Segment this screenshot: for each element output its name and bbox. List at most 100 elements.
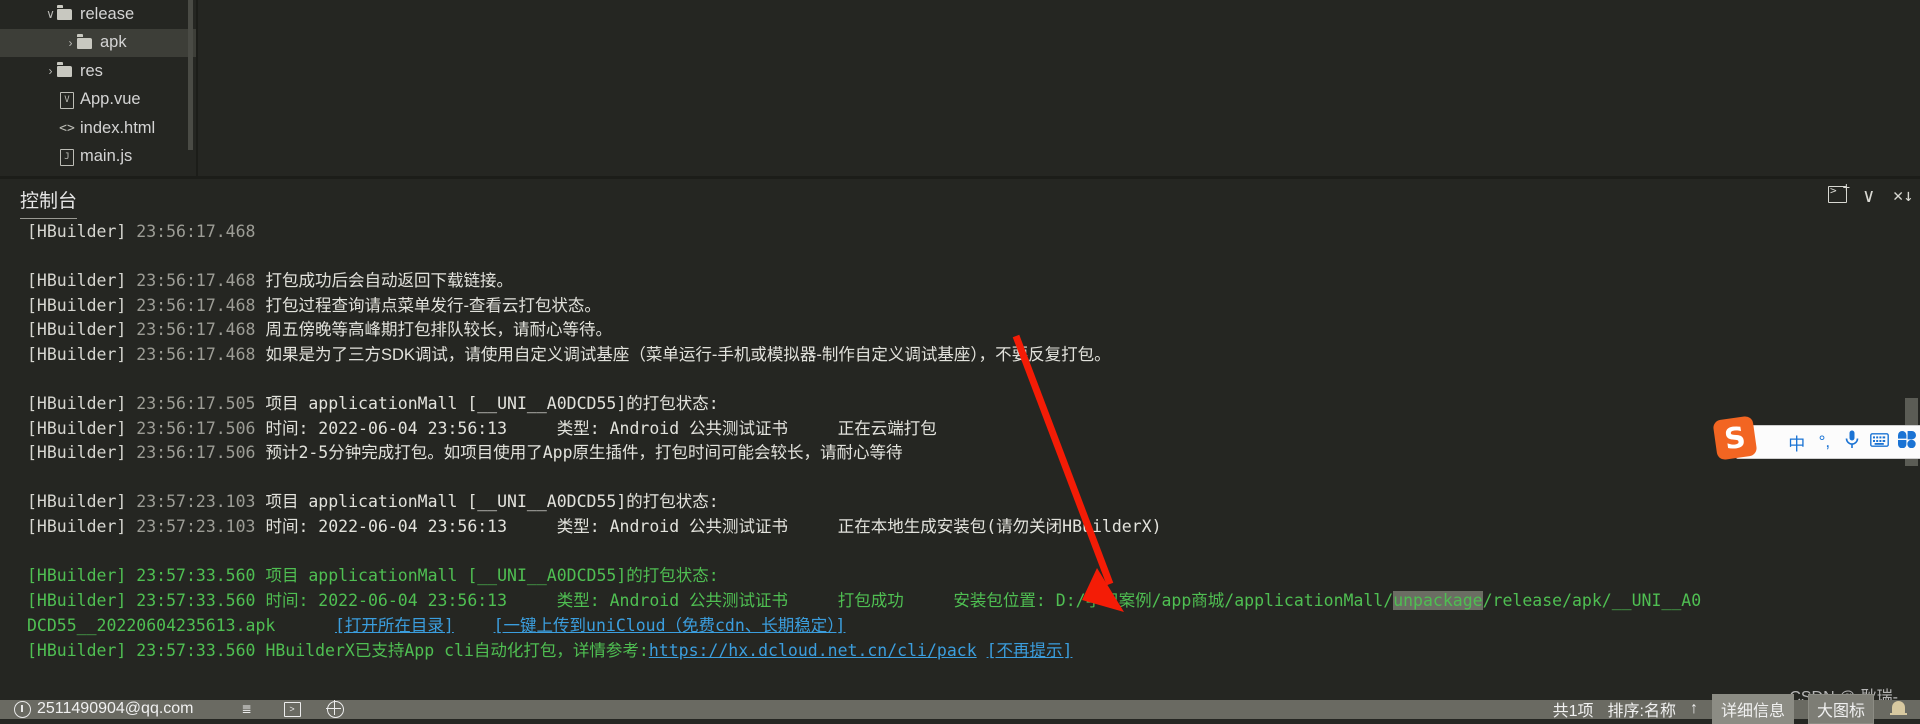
view-large-icons-button[interactable]: 大图标 — [1808, 694, 1874, 724]
tree-item-label: main.js — [77, 147, 132, 166]
clear-console-icon[interactable]: ✕↓ — [1893, 186, 1913, 206]
vue-file-icon: V — [57, 91, 77, 109]
log-timestamp: 23:56:17.468 — [136, 271, 255, 290]
sort-label[interactable]: 排序:名称 — [1608, 697, 1676, 721]
log-timestamp: 23:57:23.103 — [136, 517, 255, 536]
status-bar: 2511490904@qq.com ≣ > 共1项 排序:名称 ↑ 详细信息 大… — [0, 700, 1920, 719]
file-tree-divider — [196, 0, 198, 176]
tab-console[interactable]: 控制台 — [20, 186, 77, 219]
log-tag: [HBuilder] — [27, 394, 126, 413]
log-message: 项目 applicationMall [__UNI__A0DCD55]的打包状态… — [265, 566, 718, 585]
log-message: 项目 applicationMall [__UNI__A0DCD55]的打包状态… — [265, 394, 718, 413]
log-line: [HBuilder] 23:56:17.468 打包成功后会自动返回下载链接。 — [27, 269, 513, 294]
tree-item-label: App.vue — [77, 90, 141, 109]
log-line: [HBuilder] 23:56:17.468 如果是为了三方SDK调试，请使用… — [27, 343, 1111, 368]
log-timestamp: 23:56:17.505 — [136, 394, 255, 413]
dismiss-tip-link[interactable]: [不再提示] — [987, 641, 1073, 660]
log-message: 打包成功后会自动返回下载链接。 — [265, 272, 513, 290]
log-timestamp: 23:57:33.560 — [136, 641, 255, 660]
log-message: 时间: 2022-06-04 23:56:13 类型: Android 公共测试… — [265, 517, 1161, 536]
chevron-down-icon[interactable]: ∨ — [44, 7, 57, 21]
log-message: 打包过程查询请点菜单发行-查看云打包状态。 — [265, 297, 601, 315]
open-directory-link[interactable]: [打开所在目录] — [335, 616, 454, 635]
account-status[interactable]: 2511490904@qq.com — [14, 700, 194, 718]
chevron-right-icon[interactable]: › — [44, 64, 57, 78]
cli-pack-doc-link[interactable]: https://hx.dcloud.net.cn/cli/pack — [649, 641, 977, 660]
html-file-icon: <> — [57, 121, 77, 136]
log-tag: [HBuilder] — [27, 320, 126, 339]
view-details-button[interactable]: 详细信息 — [1712, 694, 1794, 724]
log-timestamp: 23:56:17.468 — [136, 296, 255, 315]
log-tag: [HBuilder] — [27, 345, 126, 364]
log-tag: [HBuilder] — [27, 566, 126, 585]
ime-menu-icon[interactable] — [1893, 431, 1920, 453]
tree-item-apk[interactable]: › apk — [0, 29, 196, 58]
log-line-success: DCD55__20220604235613.apk [打开所在目录] [一键上传… — [27, 614, 845, 639]
account-icon — [14, 701, 31, 718]
log-tag: [HBuilder] — [27, 296, 126, 315]
notification-bell-icon[interactable] — [1888, 699, 1910, 719]
log-message: 预计2-5分钟完成打包。如项目使用了App原生插件，打包时间可能会较长，请耐心等… — [265, 443, 902, 462]
log-line: [HBuilder] 23:56:17.468 打包过程查询请点菜单发行-查看云… — [27, 294, 601, 319]
log-line: [HBuilder] 23:56:17.468 — [27, 220, 256, 245]
terminal-icon[interactable]: > — [284, 702, 301, 717]
ime-punctuation-button[interactable]: °, — [1811, 432, 1839, 452]
tree-item-res[interactable]: › res — [0, 57, 196, 86]
log-tag: [HBuilder] — [27, 271, 126, 290]
ime-chinese-mode-button[interactable]: 中 — [1783, 430, 1811, 455]
folder-open-icon — [57, 8, 77, 20]
js-file-icon: J — [57, 148, 77, 166]
log-line: [HBuilder] 23:56:17.468 周五傍晚等高峰期打包排队较长，请… — [27, 318, 612, 343]
log-message: 项目 applicationMall [__UNI__A0DCD55]的打包状态… — [265, 492, 718, 511]
sogou-ime-toolbar[interactable]: 中 °, — [1736, 425, 1920, 459]
log-tag: [HBuilder] — [27, 591, 126, 610]
log-timestamp: 23:57:33.560 — [136, 566, 255, 585]
sort-ascending-icon[interactable]: ↑ — [1690, 700, 1698, 718]
tree-item-label: release — [77, 5, 134, 24]
tree-item-index-html[interactable]: <> index.html — [0, 114, 196, 143]
upload-unicloud-link[interactable]: [一键上传到uniCloud（免费cdn、长期稳定）] — [494, 616, 846, 635]
browser-icon[interactable] — [327, 701, 344, 718]
tree-item-app-vue[interactable]: V App.vue — [0, 86, 196, 115]
account-email: 2511490904@qq.com — [37, 700, 194, 718]
outline-icon[interactable]: ≣ — [242, 703, 258, 716]
sogou-logo-icon[interactable]: S — [1712, 415, 1757, 460]
log-message: 时间: 2022-06-04 23:56:13 类型: Android 公共测试… — [265, 419, 936, 438]
log-line-success: [HBuilder] 23:57:33.560 HBuilderX已支持App … — [27, 639, 1072, 664]
ime-voice-input-icon[interactable] — [1838, 430, 1866, 454]
ime-soft-keyboard-icon[interactable] — [1866, 432, 1894, 452]
log-line: [HBuilder] 23:56:17.506 时间: 2022-06-04 2… — [27, 417, 937, 442]
log-line-success: [HBuilder] 23:57:33.560 时间: 2022-06-04 2… — [27, 589, 1701, 614]
tree-item-release[interactable]: ∨ release — [0, 0, 196, 29]
status-bar-right: 共1项 排序:名称 ↑ 详细信息 大图标 — [1553, 696, 1920, 722]
log-line: [HBuilder] 23:56:17.505 项目 applicationMa… — [27, 392, 719, 417]
console-header: 控制台 + ∨ ✕↓ — [0, 179, 1920, 224]
new-terminal-icon[interactable]: + — [1828, 186, 1847, 208]
log-line: [HBuilder] 23:56:17.506 预计2-5分钟完成打包。如项目使… — [27, 441, 903, 466]
folder-icon — [77, 37, 97, 49]
log-timestamp: 23:56:17.468 — [136, 320, 255, 339]
file-tree[interactable]: ∨ release › apk › res V App.vue <> index… — [0, 0, 196, 176]
chevron-right-icon[interactable]: › — [64, 36, 77, 50]
console-log[interactable]: [HBuilder] 23:56:17.468 [HBuilder] 23:56… — [0, 220, 1920, 688]
log-tag: [HBuilder] — [27, 443, 126, 462]
log-line-success: [HBuilder] 23:57:33.560 项目 applicationMa… — [27, 564, 719, 589]
log-timestamp: 23:57:33.560 — [136, 591, 255, 610]
tree-item-main-js[interactable]: J main.js — [0, 143, 196, 172]
log-timestamp: 23:56:17.468 — [136, 222, 255, 241]
log-message: 时间: 2022-06-04 23:56:13 类型: Android 公共测试… — [265, 591, 1393, 610]
chevron-down-icon[interactable]: ∨ — [1863, 185, 1874, 207]
log-tag: [HBuilder] — [27, 517, 126, 536]
file-tree-scrollbar[interactable] — [188, 0, 193, 150]
log-timestamp: 23:56:17.468 — [136, 345, 255, 364]
log-timestamp: 23:56:17.506 — [136, 443, 255, 462]
log-message: 周五傍晚等高峰期打包排队较长，请耐心等待。 — [265, 321, 612, 339]
log-tag: [HBuilder] — [27, 492, 126, 511]
apk-filename: DCD55__20220604235613.apk — [27, 616, 275, 635]
log-tag: [HBuilder] — [27, 641, 126, 660]
log-message-suffix: /release/apk/__UNI__A0 — [1483, 591, 1702, 610]
tree-item-label: index.html — [77, 119, 155, 138]
log-line: [HBuilder] 23:57:23.103 时间: 2022-06-04 2… — [27, 515, 1162, 540]
selected-text-highlight[interactable]: unpackage — [1393, 591, 1482, 610]
console-panel: 控制台 + ∨ ✕↓ [HBuilder] 23:56:17.468 [HBui… — [0, 179, 1920, 688]
